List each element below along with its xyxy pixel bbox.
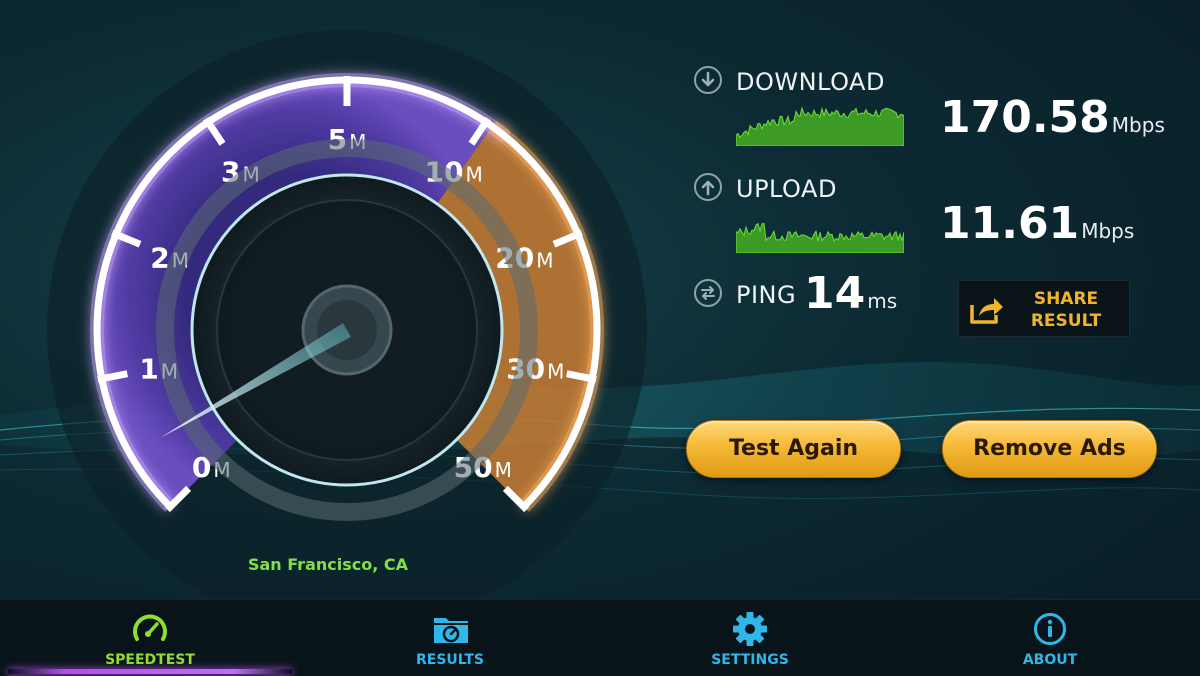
download-unit: Mbps <box>1111 113 1165 137</box>
tab-speedtest-label: SPEEDTEST <box>105 652 195 668</box>
tab-speedtest[interactable]: SPEEDTEST <box>0 600 300 676</box>
gear-icon <box>733 612 767 646</box>
swap-arrows-circle-icon <box>694 279 722 307</box>
test-again-button[interactable]: Test Again <box>686 420 901 478</box>
upload-label: UPLOAD <box>736 175 837 203</box>
upload-graph <box>736 222 904 253</box>
tab-settings-label: SETTINGS <box>711 652 789 668</box>
ping-number: 14 <box>804 268 866 319</box>
remove-ads-button[interactable]: Remove Ads <box>942 420 1157 478</box>
upload-speed: 11.61 <box>940 198 1080 249</box>
tab-results[interactable]: RESULTS <box>300 600 600 676</box>
arrow-down-circle-icon <box>694 66 722 94</box>
speedtest-app: 0 M 1 M 2 M 3M 5 M 10 M 20 M 30 M 50 M San Francisco, CA… <box>0 0 1200 676</box>
share-result-label: SHARE RESULT <box>1021 288 1111 332</box>
share-arrow-icon <box>970 298 1003 324</box>
ping-value: 14 ms <box>804 268 897 319</box>
upload-value: 11.61 Mbps <box>940 198 1134 249</box>
info-icon <box>1034 613 1066 645</box>
share-result-button[interactable]: SHARE RESULT <box>958 280 1130 337</box>
share-label-line1: SHARE <box>1033 289 1099 309</box>
tab-settings[interactable]: SETTINGS <box>600 600 900 676</box>
download-graph <box>736 106 904 146</box>
download-label: DOWNLOAD <box>736 68 885 96</box>
folder-gauge-icon <box>434 618 468 643</box>
server-location: San Francisco, CA <box>247 555 408 574</box>
ping-label: PING <box>736 281 797 309</box>
speedometer-icon <box>133 614 167 641</box>
share-label-line2: RESULT <box>1030 311 1102 331</box>
bottom-tab-bar: SPEEDTEST RESULTS SETTINGS ABOUT <box>0 599 1200 676</box>
download-value: 170.58 Mbps <box>940 92 1165 143</box>
ping-unit: ms <box>867 289 898 313</box>
arrow-up-circle-icon <box>694 173 722 201</box>
speed-gauge: 0 M1 M2 M3M5 M10 M20 M30 M50 M <box>47 30 647 600</box>
tab-about[interactable]: ABOUT <box>900 600 1200 676</box>
active-tab-indicator <box>8 669 292 674</box>
tab-about-label: ABOUT <box>1022 652 1078 668</box>
upload-unit: Mbps <box>1081 219 1135 243</box>
tab-results-label: RESULTS <box>415 652 485 668</box>
download-speed: 170.58 <box>940 92 1110 143</box>
